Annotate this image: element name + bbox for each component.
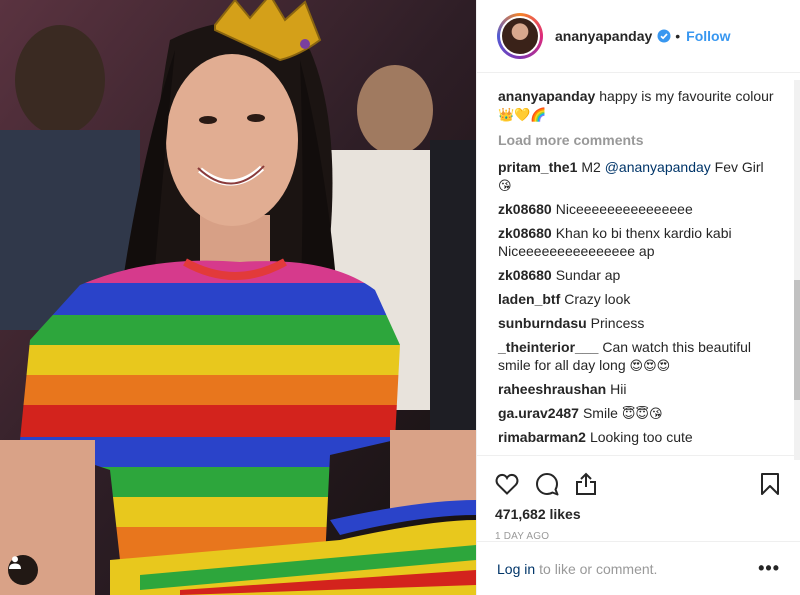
comment-item: laden_btf Crazy look — [498, 290, 780, 308]
login-prompt-text: to like or comment. — [539, 560, 658, 577]
share-icon — [576, 472, 596, 495]
comment-text: Niceeeeeeeeeeeeeee — [555, 201, 693, 217]
comment-emoji: 😇😇😘 — [621, 406, 663, 421]
header-username[interactable]: ananyapanday — [555, 28, 652, 44]
avatar[interactable] — [500, 16, 540, 56]
comment-emoji: 😘 — [498, 178, 512, 193]
comment-username[interactable]: rimabarman2 — [498, 429, 586, 445]
comment-text: Fev Girl — [714, 159, 764, 175]
verified-badge-icon — [657, 29, 671, 43]
comment-username[interactable]: zk08680 — [498, 267, 552, 283]
action-icons-row — [495, 464, 780, 504]
comment-text: Smile — [582, 405, 618, 421]
comment-username[interactable]: laden_btf — [498, 291, 560, 307]
comment-emoji: 😍😍😍 — [629, 358, 671, 373]
caption-emojis: 👑💛🌈 — [498, 107, 547, 122]
login-link[interactable]: Log in — [497, 561, 535, 577]
post-photo[interactable] — [0, 0, 476, 595]
comment-username[interactable]: sunburndasu — [498, 315, 587, 331]
comment-button[interactable] — [535, 472, 559, 496]
heart-icon — [495, 473, 519, 495]
comment-text: Sundar ap — [555, 267, 621, 283]
bookmark-icon — [761, 473, 779, 495]
scrollbar-thumb[interactable] — [794, 280, 800, 400]
comment-bubble-icon — [536, 473, 559, 496]
photo-illustration — [0, 0, 476, 595]
comment-username[interactable]: zk08680 — [498, 201, 552, 217]
person-icon — [9, 556, 21, 569]
comment-item: zk08680 Niceeeeeeeeeeeeeee — [498, 200, 780, 218]
comment-item: raheeshraushan Hii — [498, 380, 780, 398]
comment-item: zk08680 Khan ko bi thenx kardio kabi Nice… — [498, 224, 780, 260]
comment-text: Looking too cute — [589, 429, 693, 445]
share-button[interactable] — [575, 472, 597, 496]
comments-scrollbar[interactable] — [794, 80, 800, 460]
comment-username[interactable]: ga.urav2487 — [498, 405, 579, 421]
more-options-icon[interactable]: ••• — [758, 558, 780, 579]
login-prompt-bar: Log in to like or comment. ••• — [477, 541, 800, 595]
comment-item: pritam_the1 M2 @ananyapanday Fev Girl 😘 — [498, 158, 780, 194]
comment-item: _theinterior___ Can watch this beautiful … — [498, 338, 780, 374]
comment-prefix: M2 — [581, 159, 601, 175]
comment-username[interactable]: _theinterior___ — [498, 339, 598, 355]
comment-item: ga.urav2487 Smile 😇😇😘 — [498, 404, 780, 422]
tagged-users-button[interactable] — [8, 555, 38, 585]
load-more-comments-button[interactable]: Load more comments — [498, 132, 780, 148]
comment-username[interactable]: raheeshraushan — [498, 381, 606, 397]
save-button[interactable] — [760, 472, 780, 496]
comment-username[interactable]: zk08680 — [498, 225, 552, 241]
post-header: ananyapanday • Follow — [477, 0, 800, 73]
comment-text: Princess — [590, 315, 645, 331]
caption-username[interactable]: ananyapanday — [498, 88, 595, 104]
comment-item: zk08680 Sundar ap — [498, 266, 780, 284]
post-caption: ananyapanday happy is my favourite colour… — [498, 87, 780, 123]
profile-avatar-ring[interactable] — [497, 13, 543, 59]
comment-username[interactable]: pritam_the1 — [498, 159, 577, 175]
comment-text: Crazy look — [564, 291, 631, 307]
comment-mention-link[interactable]: @ananyapanday — [605, 159, 711, 175]
comment-text: Hii — [610, 381, 627, 397]
comments-section: ananyapanday happy is my favourite colour… — [477, 73, 800, 455]
instagram-post: ananyapanday • Follow ananyapanday happy … — [0, 0, 800, 595]
header-separator: • — [675, 28, 681, 44]
comment-item: sunburndasu Princess — [498, 314, 780, 332]
caption-text: happy is my favourite colour — [599, 88, 774, 104]
likes-count[interactable]: 471,682 likes — [495, 506, 780, 522]
like-button[interactable] — [495, 473, 519, 495]
follow-button[interactable]: Follow — [686, 28, 730, 44]
post-sidebar: ananyapanday • Follow ananyapanday happy … — [476, 0, 800, 595]
comment-item: rimabarman2 Looking too cute — [498, 428, 780, 446]
